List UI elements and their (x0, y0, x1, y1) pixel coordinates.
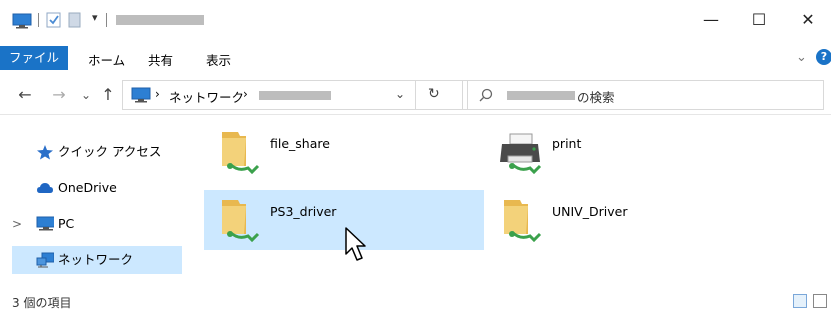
item-count: 3 個の項目 (12, 296, 72, 310)
ribbon: ファイル ホーム 共有 表示 ⌄ ? (0, 40, 831, 72)
title-bar: ▾ — ☐ ✕ (0, 0, 831, 40)
breadcrumb-network[interactable]: ネットワーク (169, 87, 244, 106)
pc-icon (36, 216, 54, 231)
qa-divider (106, 13, 107, 27)
file-list: file_share print PS3_driver UNIV_Driver (196, 118, 831, 284)
address-dropdown-chevron-icon[interactable]: ⌄ (395, 87, 405, 101)
breadcrumb-host-redacted[interactable] (259, 91, 331, 100)
tab-file[interactable]: ファイル (0, 46, 68, 70)
large-icons-view-icon[interactable] (813, 294, 827, 308)
sidebar-item-onedrive[interactable]: OneDrive (12, 174, 182, 202)
tab-home[interactable]: ホーム (88, 48, 125, 74)
quick-access-dropdown[interactable]: ▾ (92, 11, 98, 24)
address-bar[interactable]: › ネットワーク › ⌄ ↻ (122, 80, 468, 110)
network-icon (36, 252, 54, 268)
sidebar-item-quick-access[interactable]: クイック アクセス (12, 138, 182, 166)
list-item-univ-driver[interactable]: UNIV_Driver (486, 190, 766, 250)
ribbon-expand-chevron-icon[interactable]: ⌄ (796, 50, 807, 65)
tab-view[interactable]: 表示 (206, 48, 231, 74)
up-button[interactable]: ↑ (98, 84, 118, 106)
printer-icon (500, 133, 542, 175)
expand-chevron-icon[interactable]: > (12, 210, 22, 238)
search-scope-redacted (507, 91, 575, 100)
address-row: ← → ⌄ ↑ › ネットワーク › ⌄ ↻ の検索 (0, 78, 831, 112)
item-name: file_share (270, 136, 330, 151)
window-title-redacted (116, 15, 204, 25)
sidebar-item-pc[interactable]: > PC (12, 210, 182, 238)
breadcrumb-separator[interactable]: › (155, 87, 160, 101)
search-box[interactable]: の検索 (462, 80, 824, 110)
help-icon[interactable]: ? (816, 49, 831, 65)
tab-share[interactable]: 共有 (148, 48, 173, 74)
address-divider (415, 81, 416, 109)
sidebar-item-network[interactable]: ネットワーク (12, 246, 182, 274)
list-item-print[interactable]: print (486, 122, 766, 182)
sidebar-item-label: クイック アクセス (58, 144, 162, 159)
properties-icon[interactable] (46, 12, 62, 28)
list-item-file-share[interactable]: file_share (204, 122, 484, 182)
item-name: print (552, 136, 582, 151)
sidebar-item-label: PC (58, 216, 75, 231)
close-button[interactable]: ✕ (785, 6, 831, 34)
star-icon (37, 145, 53, 160)
sidebar-item-label: OneDrive (58, 180, 117, 195)
search-icon (479, 88, 493, 102)
computer-icon (131, 87, 151, 103)
status-bar: 3 個の項目 (0, 288, 831, 314)
computer-icon (12, 13, 32, 29)
forward-button[interactable]: → (48, 84, 70, 106)
shared-folder-icon (504, 200, 542, 243)
minimize-button[interactable]: — (688, 6, 734, 34)
maximize-button[interactable]: ☐ (736, 6, 782, 34)
cloud-icon (37, 183, 53, 193)
qa-divider (38, 13, 39, 27)
item-name: PS3_driver (270, 204, 337, 219)
breadcrumb-separator[interactable]: › (243, 87, 248, 101)
mouse-cursor-icon (345, 227, 366, 261)
toolbar-divider (0, 114, 831, 115)
new-folder-icon[interactable] (68, 12, 84, 28)
sidebar-item-label: ネットワーク (58, 252, 134, 267)
item-name: UNIV_Driver (552, 204, 628, 219)
details-view-icon[interactable] (793, 294, 807, 308)
refresh-button[interactable]: ↻ (428, 86, 440, 102)
recent-locations-button[interactable]: ⌄ (78, 84, 94, 106)
shared-folder-icon (222, 200, 260, 243)
navigation-pane: クイック アクセス OneDrive > PC ネットワーク (0, 118, 196, 284)
shared-folder-icon (222, 132, 260, 175)
search-placeholder: の検索 (577, 90, 615, 105)
back-button[interactable]: ← (14, 84, 36, 106)
